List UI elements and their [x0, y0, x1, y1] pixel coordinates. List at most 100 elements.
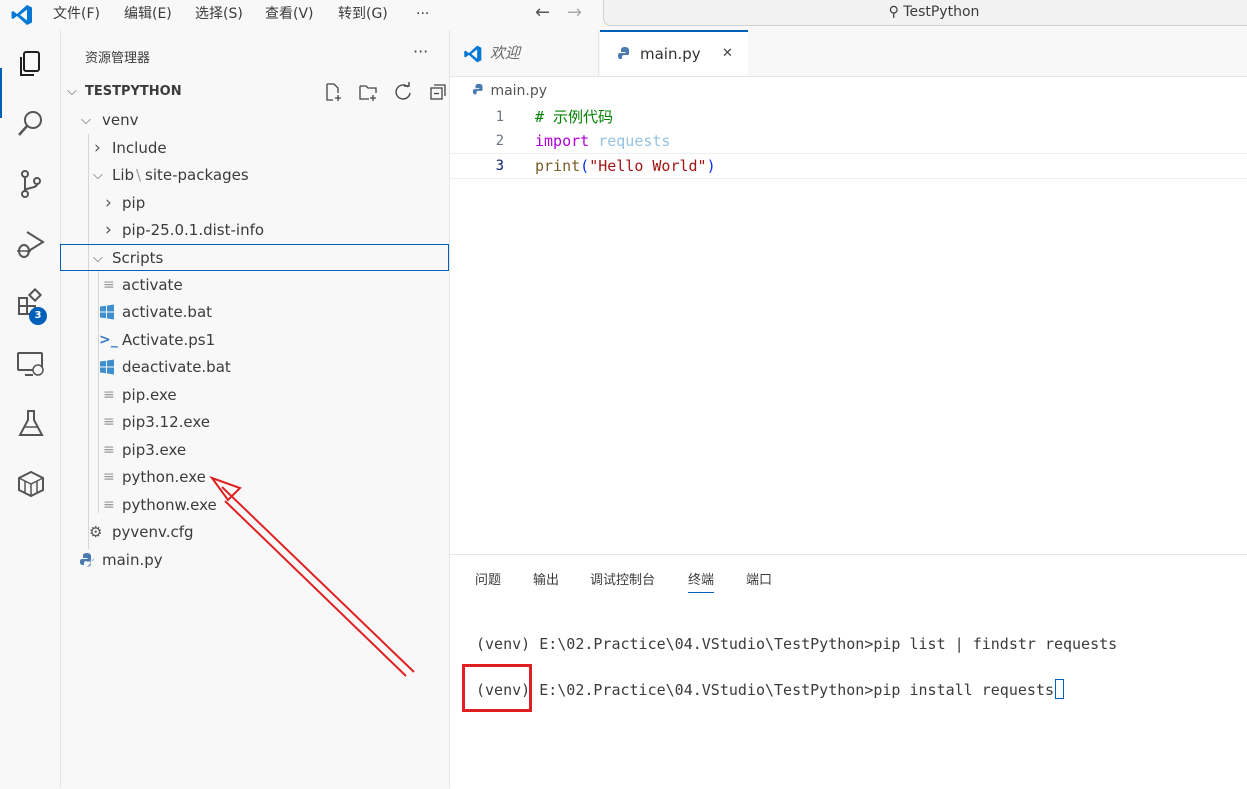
tree-label: Scripts — [112, 249, 164, 267]
menu-go[interactable]: 转到(G) — [338, 0, 388, 28]
command-center-search[interactable]: ⚲ TestPython — [603, 0, 1247, 26]
terminal-command: (venv) E:\02.Practice\04.VStudio\TestPyt… — [476, 681, 1054, 699]
text-file-icon: ≡ — [103, 414, 115, 430]
editor-tab-bar: 欢迎 main.py ✕ — [450, 30, 1247, 77]
tree-folder-venv[interactable]: ⌵ venv — [61, 107, 449, 134]
tree-file-pip-exe[interactable]: ≡ pip.exe — [61, 382, 449, 409]
search-icon: ⚲ — [888, 4, 899, 20]
tab-problems[interactable]: 问题 — [475, 569, 501, 588]
terminal-cursor — [1054, 679, 1064, 699]
chevron-down-icon: ⌵ — [67, 84, 77, 99]
extensions-badge: 3 — [29, 307, 47, 325]
tree-folder-lib[interactable]: ⌵ Lib \ site-packages — [61, 162, 449, 189]
tree-label: pip.exe — [122, 386, 177, 404]
tree-label: pip-25.0.1.dist-info — [122, 221, 265, 239]
breadcrumb[interactable]: main.py — [472, 83, 547, 99]
chevron-right-icon: › — [105, 220, 112, 240]
vscode-logo-icon — [464, 45, 482, 63]
chevron-down-icon: ⌵ — [93, 168, 103, 183]
tree-label: pip — [122, 194, 146, 212]
code-keyword: import — [535, 132, 590, 150]
tree-label: main.py — [102, 551, 163, 569]
code-line-current[interactable]: 3 print("Hello World") — [450, 153, 1247, 179]
tree-file-pythonw-exe[interactable]: ≡ pythonw.exe — [61, 492, 449, 519]
tree-file-pip312-exe[interactable]: ≡ pip3.12.exe — [61, 409, 449, 436]
tab-ports[interactable]: 端口 — [746, 569, 772, 588]
line-number: 3 — [495, 158, 504, 174]
explorer-title: 资源管理器 — [85, 51, 151, 66]
windows-icon — [100, 304, 114, 320]
tree-file-main-py[interactable]: main.py — [61, 547, 449, 574]
tab-terminal[interactable]: 终端 — [688, 569, 715, 593]
tab-label: 欢迎 — [490, 44, 521, 62]
search-view-icon[interactable] — [15, 108, 47, 140]
text-file-icon: ≡ — [103, 497, 115, 513]
close-icon[interactable]: ✕ — [722, 32, 733, 76]
tree-folder-pip[interactable]: › pip — [61, 190, 449, 217]
tree-file-deactivate-bat[interactable]: deactivate.bat — [61, 354, 449, 381]
tree-file-activate-bat[interactable]: activate.bat — [61, 299, 449, 326]
tab-output[interactable]: 输出 — [533, 569, 559, 588]
testing-icon[interactable] — [15, 408, 47, 440]
terminal-line-current[interactable]: (venv) E:\02.Practice\04.VStudio\TestPyt… — [476, 679, 1064, 699]
terminal-line: (venv) E:\02.Practice\04.VStudio\TestPyt… — [476, 635, 1118, 653]
package-icon[interactable] — [15, 468, 47, 500]
new-file-icon[interactable] — [323, 82, 343, 102]
code-string: "Hello World" — [589, 157, 707, 175]
explorer-sidebar: 资源管理器 ··· ⌵ TESTPYTHON ⌵ venv › Include … — [60, 30, 450, 788]
breadcrumb-file: main.py — [490, 83, 548, 99]
tree-folder-scripts[interactable]: ⌵ Scripts — [60, 244, 449, 271]
text-file-icon: ≡ — [103, 277, 115, 293]
workspace-root[interactable]: ⌵ TESTPYTHON — [61, 82, 449, 104]
active-indicator — [0, 68, 2, 118]
code-line[interactable]: 2 import requests — [450, 129, 1247, 153]
tree-file-activate[interactable]: ≡ activate — [61, 272, 449, 299]
back-arrow-icon[interactable]: ← — [535, 2, 550, 23]
line-number: 2 — [495, 133, 504, 149]
tree-file-pip3-exe[interactable]: ≡ pip3.exe — [61, 437, 449, 464]
menu-edit[interactable]: 编辑(E) — [124, 0, 172, 28]
collapse-all-icon[interactable] — [428, 82, 448, 102]
run-debug-icon[interactable] — [15, 228, 47, 260]
line-number: 1 — [495, 109, 504, 125]
path-separator: \ — [136, 166, 142, 184]
tree-label: pyvenv.cfg — [112, 523, 194, 541]
tree-label: Activate.ps1 — [122, 331, 216, 349]
code-line[interactable]: 1 # 示例代码 — [450, 105, 1247, 129]
tab-debug-console[interactable]: 调试控制台 — [590, 569, 655, 588]
explorer-more-button[interactable]: ··· — [413, 42, 428, 61]
tree-folder-include[interactable]: › Include — [61, 135, 449, 162]
source-control-icon[interactable] — [15, 168, 47, 200]
text-file-icon: ≡ — [103, 442, 115, 458]
python-icon — [472, 83, 483, 95]
menu-selection[interactable]: 选择(S) — [195, 0, 243, 28]
tree-folder-pip-dist-info[interactable]: › pip-25.0.1.dist-info — [61, 217, 449, 244]
tree-file-activate-ps1[interactable]: >_ Activate.ps1 — [61, 327, 449, 354]
workspace-root-label: TESTPYTHON — [85, 84, 182, 99]
code-paren: ( — [580, 157, 590, 175]
code-paren: ) — [706, 157, 716, 175]
tab-label: main.py — [640, 45, 701, 63]
tree-label: Lib — [112, 166, 135, 184]
tree-file-python-exe[interactable]: ≡ python.exe — [61, 464, 449, 491]
menu-more[interactable]: ··· — [416, 0, 429, 28]
tree-label: pip3.12.exe — [122, 413, 210, 431]
search-text: TestPython — [903, 4, 980, 20]
tree-label: pythonw.exe — [122, 496, 217, 514]
tree-label: pip3.exe — [122, 441, 187, 459]
tree-file-pyvenv-cfg[interactable]: ⚙ pyvenv.cfg — [61, 519, 449, 546]
menu-file[interactable]: 文件(F) — [53, 0, 100, 28]
menu-view[interactable]: 查看(V) — [265, 0, 314, 28]
tab-main-py[interactable]: main.py ✕ — [600, 30, 748, 76]
tab-welcome[interactable]: 欢迎 — [450, 30, 599, 76]
tree-label: deactivate.bat — [122, 358, 231, 376]
tree-label: venv — [102, 111, 139, 129]
explorer-icon[interactable] — [15, 48, 47, 80]
text-file-icon: ≡ — [103, 387, 115, 403]
refresh-icon[interactable] — [393, 82, 413, 102]
activity-bar: 3 — [0, 30, 61, 788]
tree-label: activate.bat — [122, 303, 213, 321]
forward-arrow-icon[interactable]: → — [567, 2, 582, 23]
remote-explorer-icon[interactable] — [15, 348, 47, 380]
new-folder-icon[interactable] — [358, 82, 378, 102]
